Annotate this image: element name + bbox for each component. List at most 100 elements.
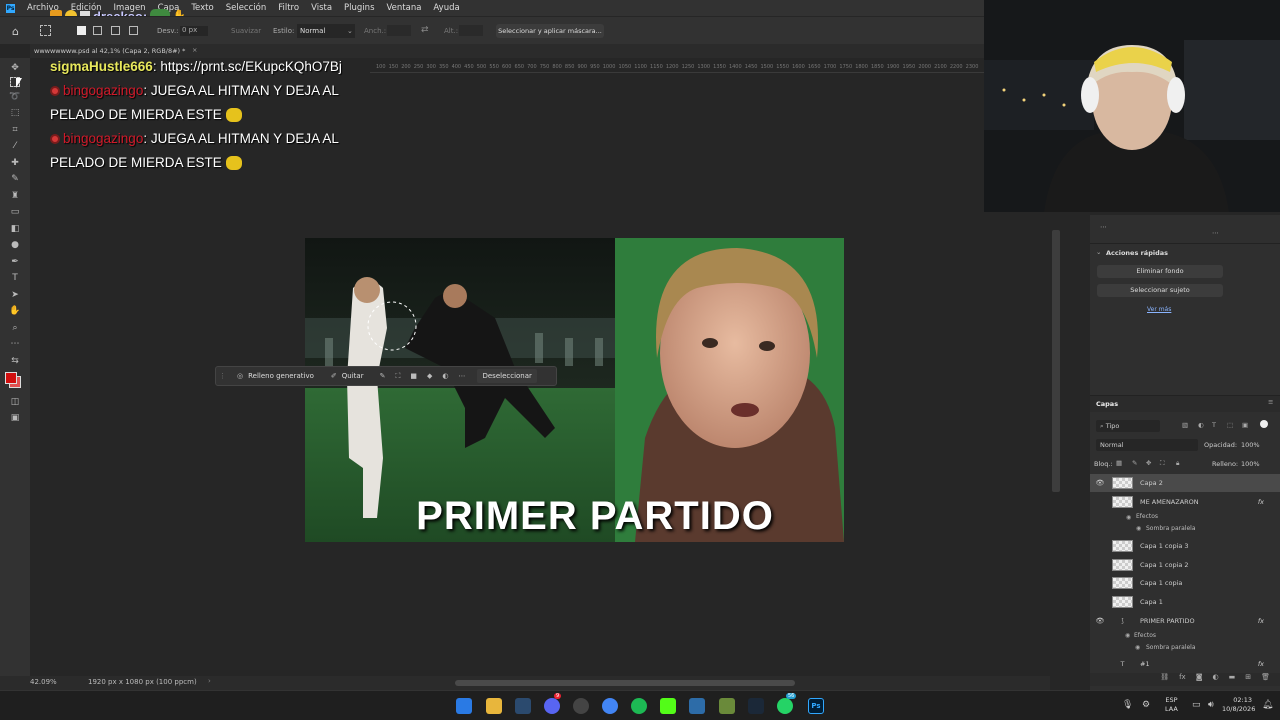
lock-artboard-icon[interactable]: ⛶ bbox=[1160, 459, 1165, 468]
layer-filter-select[interactable]: ⌕ Tipo bbox=[1096, 420, 1160, 432]
more-tools-icon[interactable]: ⋯ bbox=[8, 337, 22, 351]
drag-handle-icon[interactable]: ⋮ bbox=[219, 372, 227, 380]
clock[interactable]: 02:13 10/8/2026 bbox=[1222, 696, 1255, 714]
color-swatches[interactable] bbox=[3, 370, 27, 392]
menu-seleccion[interactable]: Selección bbox=[226, 3, 267, 13]
layer-row-capa-1-copia-3[interactable]: Capa 1 copia 3 bbox=[1090, 537, 1280, 555]
new-layer-icon[interactable]: ⊞ bbox=[1245, 673, 1251, 686]
move-tool-icon[interactable]: ✥ bbox=[8, 61, 22, 75]
remove-background-button[interactable]: Eliminar fondo bbox=[1097, 265, 1223, 278]
close-tab-icon[interactable]: × bbox=[192, 46, 197, 54]
layer-row-capa-1-copia[interactable]: Capa 1 copia bbox=[1090, 574, 1280, 592]
filter-shape-icon[interactable]: ⬚ bbox=[1227, 421, 1233, 429]
new-selection-icon[interactable] bbox=[77, 26, 86, 35]
menu-texto[interactable]: Texto bbox=[191, 3, 213, 13]
dodge-tool-icon[interactable]: ● bbox=[8, 238, 22, 252]
link-layers-icon[interactable]: ⛓︎ bbox=[1160, 673, 1169, 686]
document-image[interactable]: PRIMER PARTIDO bbox=[305, 238, 844, 542]
microphone-icon[interactable]: 🎙︎ bbox=[1122, 700, 1133, 710]
filter-smart-object-icon[interactable]: ▣ bbox=[1242, 421, 1248, 429]
panel-toolbar-icon[interactable]: ⋯ bbox=[1100, 223, 1107, 231]
fx-icon[interactable]: fx bbox=[1258, 617, 1264, 625]
photoshop-taskbar-icon[interactable]: Ps bbox=[808, 698, 824, 714]
swap-icon[interactable]: ⇄ bbox=[421, 25, 429, 35]
menu-ventana[interactable]: Ventana bbox=[387, 3, 422, 13]
vertical-scrollbar[interactable] bbox=[1052, 230, 1060, 492]
spotify-icon[interactable] bbox=[631, 698, 647, 714]
layer-row-capa-2[interactable]: 👁︎ Capa 2 bbox=[1090, 474, 1280, 492]
marquee-tool-icon[interactable] bbox=[40, 25, 51, 36]
filter-toggle[interactable] bbox=[1260, 420, 1268, 428]
new-adjustment-icon[interactable]: ◐ bbox=[1213, 673, 1219, 686]
blend-mode-select[interactable]: Normal bbox=[1096, 439, 1198, 451]
select-and-mask-button[interactable]: Seleccionar y aplicar máscara... bbox=[496, 24, 604, 38]
layer-row-capa-1[interactable]: Capa 1 bbox=[1090, 593, 1280, 611]
subtract-selection-icon[interactable] bbox=[111, 26, 120, 35]
generative-fill-button[interactable]: Relleno generativo bbox=[248, 372, 314, 380]
eye-icon[interactable]: 👁︎ bbox=[1090, 617, 1110, 625]
lock-transparent-icon[interactable]: ▦ bbox=[1116, 459, 1122, 467]
settings-icon[interactable]: ⚙︎ bbox=[1142, 700, 1150, 710]
notifications-icon[interactable]: 🔔︎ bbox=[1262, 700, 1273, 710]
menu-plugins[interactable]: Plugins bbox=[344, 3, 374, 13]
layers-menu-icon[interactable]: ≡ bbox=[1268, 398, 1273, 406]
zoom-tool-icon[interactable]: ⌕ bbox=[8, 321, 22, 335]
fill-icon[interactable]: ◆ bbox=[427, 372, 432, 380]
pen-tool-icon[interactable]: ✒ bbox=[8, 255, 22, 269]
select-subject-button[interactable]: Seleccionar sujeto bbox=[1097, 284, 1223, 297]
home-icon[interactable]: ⌂ bbox=[12, 25, 24, 38]
fx-icon[interactable]: fx bbox=[1258, 660, 1264, 668]
type-tool-icon[interactable]: T bbox=[8, 271, 22, 285]
path-select-tool-icon[interactable]: ➤ bbox=[8, 288, 22, 302]
more-options-icon[interactable]: ⋯ bbox=[458, 372, 465, 380]
minecraft-icon[interactable] bbox=[719, 698, 735, 714]
effect-drop-shadow[interactable]: Sombra paralela bbox=[1146, 644, 1196, 651]
adjustment-icon[interactable]: ◐ bbox=[442, 372, 448, 380]
add-style-icon[interactable]: fx bbox=[1179, 673, 1186, 686]
menu-filtro[interactable]: Filtro bbox=[278, 3, 299, 13]
eyedropper-tool-icon[interactable]: ⁄ bbox=[8, 139, 22, 153]
smooth-checkbox[interactable]: Suavizar bbox=[231, 27, 261, 35]
filter-adjustment-icon[interactable]: ◐ bbox=[1198, 421, 1204, 429]
status-chevron-right-icon[interactable]: › bbox=[208, 677, 211, 685]
healing-brush-icon[interactable]: ✚ bbox=[8, 156, 22, 170]
steam-icon[interactable] bbox=[515, 698, 531, 714]
see-more-link[interactable]: Ver más bbox=[1147, 306, 1171, 313]
discord-icon[interactable]: 9 bbox=[544, 693, 562, 714]
collapse-chevron-icon[interactable]: ⌄ bbox=[1096, 248, 1101, 256]
transform-icon[interactable]: ⛶ bbox=[395, 372, 400, 381]
opacity-input[interactable]: 100% bbox=[1238, 439, 1268, 451]
fill-input[interactable]: 100% bbox=[1238, 458, 1268, 470]
ccleaner-icon[interactable] bbox=[689, 698, 705, 714]
obs-icon[interactable] bbox=[573, 698, 589, 714]
eye-icon[interactable]: ◉ bbox=[1136, 525, 1141, 532]
deselect-button[interactable]: Deseleccionar bbox=[477, 369, 537, 383]
crop-tool-icon[interactable]: ⌗ bbox=[8, 123, 22, 137]
add-selection-icon[interactable] bbox=[93, 26, 102, 35]
width-input[interactable] bbox=[387, 25, 411, 36]
swap-colors-icon[interactable]: ⇆ bbox=[8, 354, 22, 368]
add-mask-icon[interactable]: ◙ bbox=[1196, 673, 1203, 686]
layers-title[interactable]: Capas bbox=[1096, 400, 1118, 408]
network-icon[interactable]: ▭ bbox=[1192, 700, 1201, 710]
foreground-color-swatch[interactable] bbox=[5, 372, 17, 384]
new-group-icon[interactable]: ▬ bbox=[1229, 673, 1236, 686]
whatsapp-icon[interactable]: 56 bbox=[777, 693, 797, 714]
language-indicator[interactable]: ESP LAA bbox=[1165, 696, 1178, 714]
filter-pixel-icon[interactable]: ▧ bbox=[1182, 421, 1188, 429]
steam-client-icon[interactable] bbox=[748, 698, 764, 714]
layer-row-primer-partido[interactable]: 👁︎ ⟆ PRIMER PARTIDO fx bbox=[1090, 612, 1280, 630]
remove-button[interactable]: Quitar bbox=[342, 372, 364, 380]
mask-icon[interactable]: ■ bbox=[410, 372, 417, 380]
layer-row-capa-1-copia-2[interactable]: Capa 1 copia 2 bbox=[1090, 556, 1280, 574]
object-select-tool-icon[interactable]: ⬚ bbox=[8, 106, 22, 120]
horizontal-scrollbar[interactable] bbox=[455, 680, 795, 686]
lock-position-icon[interactable]: ✥ bbox=[1146, 459, 1151, 467]
menu-vista[interactable]: Vista bbox=[311, 3, 332, 13]
eye-icon[interactable]: ◉ bbox=[1125, 632, 1130, 639]
file-explorer-icon[interactable] bbox=[486, 698, 502, 714]
delete-layer-icon[interactable]: 🗑︎ bbox=[1261, 673, 1270, 686]
layer-row-me-amenazaron[interactable]: ME AMENAZARON fx bbox=[1090, 493, 1280, 511]
chrome-icon[interactable] bbox=[602, 698, 618, 714]
fx-icon[interactable]: fx bbox=[1258, 498, 1264, 506]
